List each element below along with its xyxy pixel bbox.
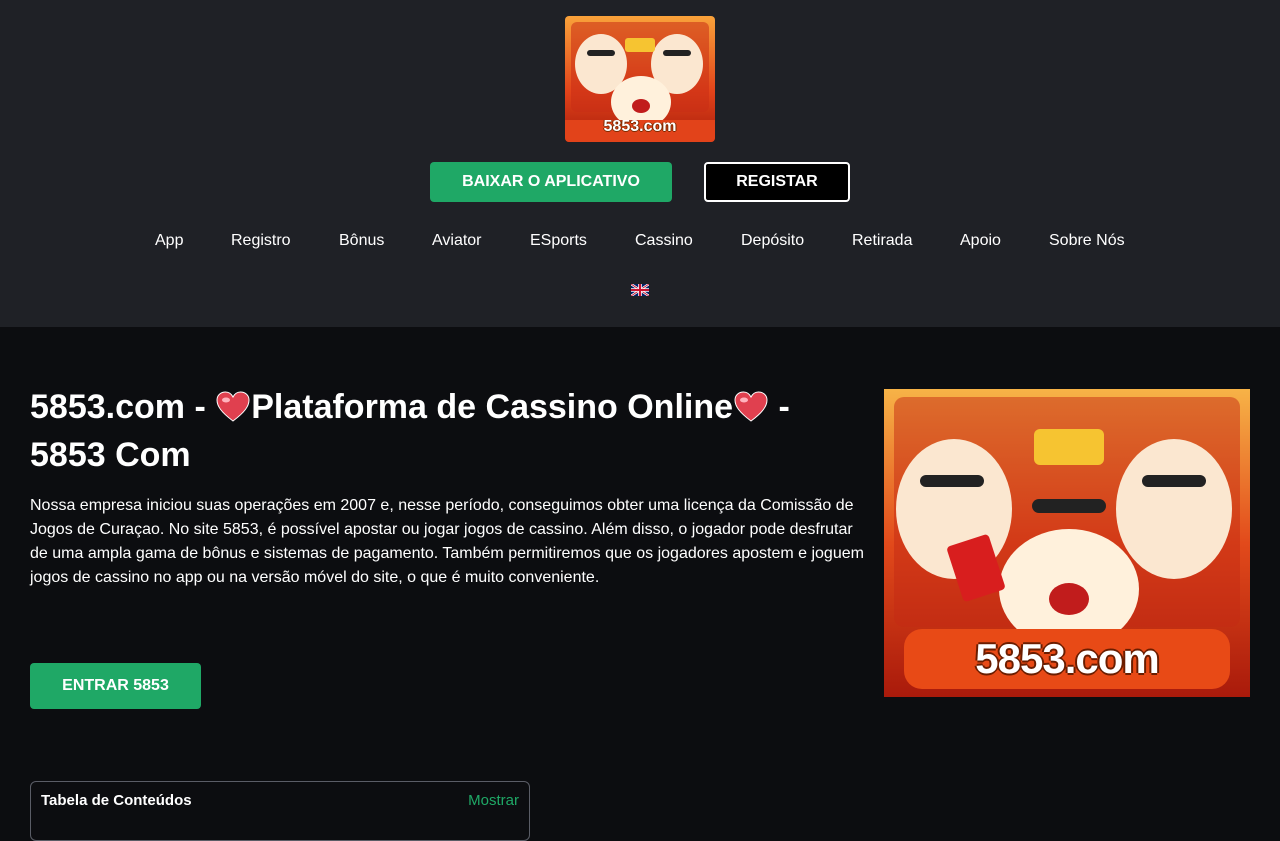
nav-item-sobre-nos[interactable]: Sobre Nós [1049,232,1125,250]
title-part-2: Plataforma de Cassino Online [251,388,734,426]
nav-item-esports[interactable]: ESports [530,232,587,250]
toc-title: Tabela de Conteúdos [41,792,192,809]
nav-item-aviator[interactable]: Aviator [432,232,482,250]
heart-icon [734,391,768,422]
enter-5853-button[interactable]: ENTRAR 5853 [30,663,201,709]
nav-item-deposito[interactable]: Depósito [741,232,804,250]
header-buttons: BAIXAR O APLICATIVO REGISTAR [0,162,1280,202]
logo-text: 5853.com [603,118,677,135]
title-part-1: 5853.com - [30,388,216,426]
heart-icon [216,391,250,422]
intro-paragraph: Nossa empresa iniciou suas operações em … [30,497,864,586]
hero-image: 5853.com [884,389,1250,697]
register-button[interactable]: REGISTAR [704,162,850,202]
toc-toggle-link[interactable]: Mostrar [468,792,519,809]
site-header: 5853.com BAIXAR O APLICATIVO REGISTAR Ap… [0,0,1280,327]
nav-item-registro[interactable]: Registro [231,232,291,250]
uk-flag-icon[interactable] [631,284,649,296]
download-app-button[interactable]: BAIXAR O APLICATIVO [430,162,672,202]
nav-item-apoio[interactable]: Apoio [960,232,1001,250]
nav-item-app[interactable]: App [155,232,183,250]
page-title: 5853.com - Plataforma de Cassino Online … [30,383,850,479]
nav-item-retirada[interactable]: Retirada [852,232,912,250]
table-of-contents: Tabela de Conteúdos Mostrar [30,781,530,841]
hero-image-text: 5853.com [975,635,1159,682]
nav-item-bonus[interactable]: Bônus [339,232,384,250]
site-logo[interactable]: 5853.com [565,16,715,142]
nav-item-cassino[interactable]: Cassino [635,232,693,250]
main-nav: App Registro Bônus Aviator ESports Cassi… [0,232,1280,254]
